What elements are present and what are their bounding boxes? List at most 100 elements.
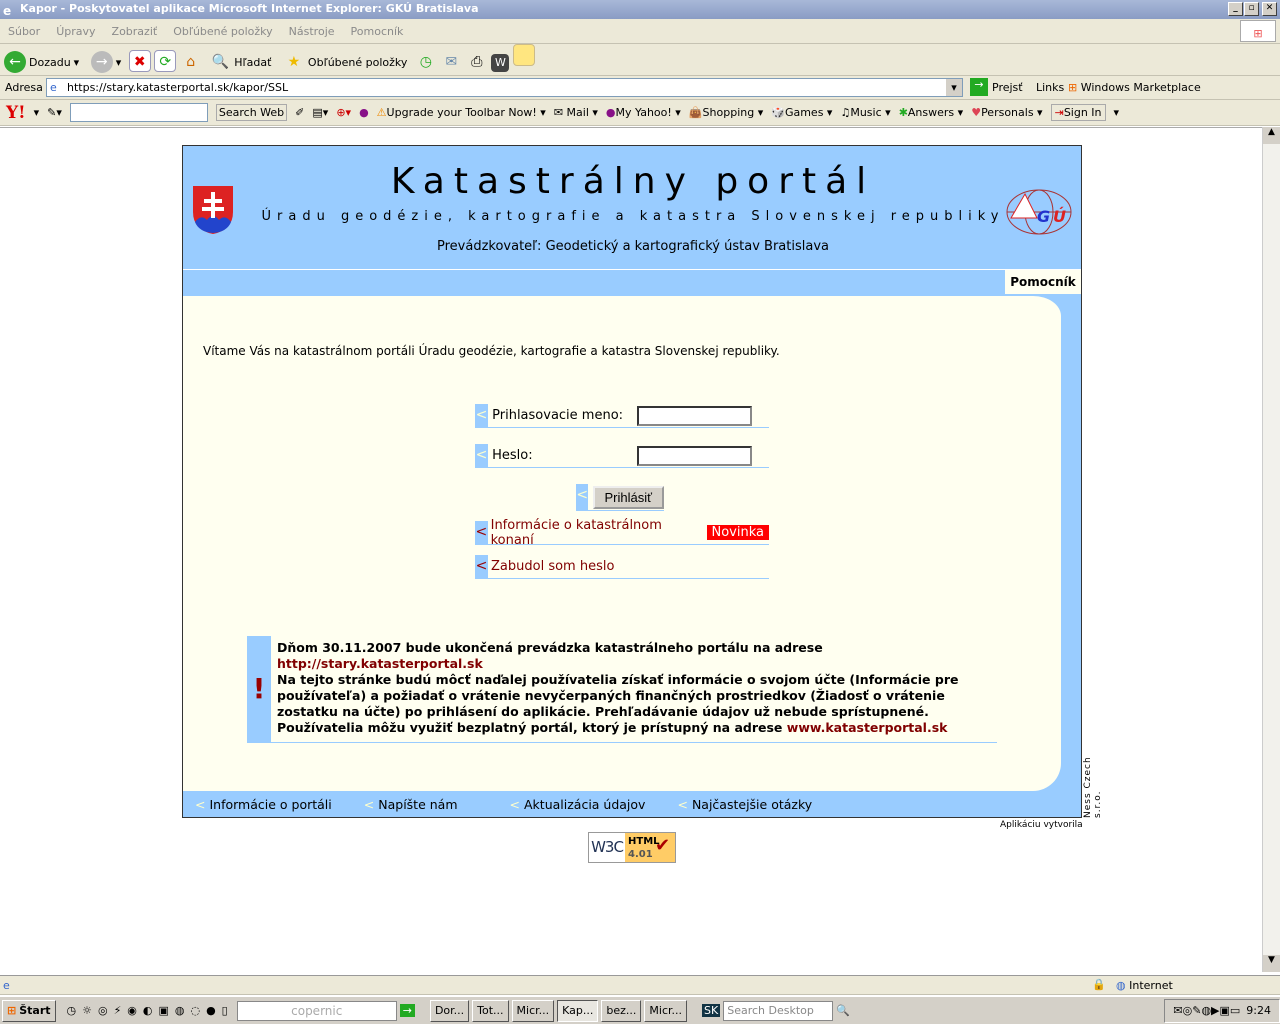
svg-text:Ú: Ú — [1053, 207, 1066, 226]
menu-edit[interactable]: Úpravy — [48, 19, 103, 44]
refresh-icon[interactable]: ⟳ — [154, 50, 177, 72]
portal-subtitle: Úradu geodézie, kartografie a katastra S… — [261, 209, 1005, 224]
footer-link-faq[interactable]: < Najčastejšie otázky — [677, 797, 812, 812]
upgrade-label: Upgrade your Toolbar Now! — [386, 106, 537, 119]
popup-blocker-icon[interactable]: ▤▾ — [312, 106, 328, 119]
yahoo-search-input[interactable] — [69, 103, 208, 122]
target-icon[interactable]: ⊕▾ — [336, 106, 351, 119]
yahoo-logo[interactable]: Y! — [6, 103, 26, 123]
print-icon[interactable]: ⎙ — [466, 51, 488, 73]
task-button[interactable]: Micr... — [511, 999, 555, 1022]
copernic-search-input[interactable]: copernic — [236, 1000, 397, 1021]
personals-button[interactable]: ♥Personals ▾ — [971, 106, 1042, 119]
games-button[interactable]: 🎲Games ▾ — [771, 106, 832, 119]
sign-in-button[interactable]: ⇥Sign In — [1050, 104, 1106, 121]
task-button-active[interactable]: Kap... — [557, 999, 599, 1022]
search-label: Hľadať — [234, 55, 272, 69]
arrow-icon: < — [475, 521, 488, 544]
stop-icon[interactable]: ✖ — [128, 50, 151, 72]
copernic-go-icon[interactable]: → — [399, 1004, 415, 1017]
scroll-down-button[interactable]: ▼ — [1263, 955, 1280, 972]
task-button[interactable]: Dor... — [429, 999, 470, 1022]
search-desktop-input[interactable]: Search Desktop — [723, 1000, 834, 1021]
home-icon[interactable]: ⌂ — [180, 51, 202, 73]
close-button[interactable]: ✕ — [1262, 2, 1277, 16]
back-label: Dozadu — [29, 55, 71, 69]
taskbar: ⊞ Štart ◷☼◎⚡◉◐▣◍◌●▯ copernic → Dor... Tot… — [0, 996, 1280, 1024]
my-yahoo-button[interactable]: ●My Yahoo! ▾ — [606, 106, 681, 119]
address-dropdown[interactable]: ▾ — [946, 79, 962, 96]
page-status-icon: e — [3, 979, 10, 992]
history-icon[interactable]: ◷ — [415, 51, 437, 73]
internet-zone: ◍ Internet — [1116, 979, 1173, 992]
task-label: Tot... — [477, 1003, 504, 1017]
help-tab[interactable]: Pomocník — [1005, 270, 1081, 294]
answers-button[interactable]: ✱Answers ▾ — [899, 106, 964, 119]
welcome-text: Vítame Vás na katastrálnom portáli Úradu… — [203, 344, 780, 358]
tray-icons[interactable]: ✉◎✎◍▶▣▭ — [1173, 1004, 1240, 1017]
footer-link-about[interactable]: < Informácie o portáli — [195, 797, 332, 812]
menu-tools[interactable]: Nástroje — [281, 19, 343, 44]
old-portal-link[interactable]: http://stary.katasterportal.sk — [277, 656, 483, 671]
links-label[interactable]: Links — [1036, 81, 1064, 94]
yahoo-mail-button[interactable]: ✉ Mail ▾ — [554, 106, 598, 119]
note-icon[interactable] — [512, 44, 535, 66]
vertical-scrollbar[interactable]: ▲ ▼ — [1262, 127, 1280, 972]
new-portal-link[interactable]: www.katasterportal.sk — [787, 720, 948, 735]
info-row: < Informácie o katastrálnom konaní Novinka — [475, 518, 769, 548]
menu-favorites[interactable]: Obľúbené položky — [165, 19, 280, 44]
word-icon[interactable]: W — [491, 54, 510, 72]
highlight-icon[interactable]: ✐ — [295, 106, 304, 119]
start-button[interactable]: ⊞ Štart — [2, 999, 56, 1022]
heart-icon: ♥ — [971, 106, 982, 119]
task-button[interactable]: Micr... — [644, 999, 688, 1022]
menu-view[interactable]: Zobraziť — [104, 19, 166, 44]
vendor-name[interactable]: Ness Czech s.r.o. — [1083, 728, 1103, 818]
door-icon: ⇥ — [1054, 106, 1064, 119]
answers-label: Answers — [907, 106, 955, 119]
back-arrow-icon: ← — [4, 51, 26, 73]
go-button[interactable]: → Prejsť — [970, 78, 1023, 96]
password-input[interactable] — [637, 445, 752, 466]
favorites-button[interactable]: ★ Obľúbené položky — [279, 46, 411, 78]
new-badge: Novinka — [706, 525, 769, 540]
menu-bar: Súbor Úpravy Zobraziť Obľúbené položky Nástr… — [0, 19, 1280, 44]
mail-icon[interactable]: ✉ — [440, 51, 462, 73]
notice-box: ! Dňom 30.11.2007 bude ukončená prevádzk… — [247, 636, 997, 743]
task-button[interactable]: bez... — [601, 999, 642, 1022]
menu-help[interactable]: Pomocník — [343, 19, 412, 44]
minimize-button[interactable]: _ — [1228, 2, 1243, 16]
task-button[interactable]: Tot... — [472, 999, 509, 1022]
search-web-button[interactable]: Search Web — [215, 104, 288, 121]
windows-marketplace-link[interactable]: ⊞ Windows Marketplace — [1068, 81, 1201, 94]
address-input[interactable]: e https://stary.katasterportal.sk/kapor/S… — [46, 78, 963, 97]
scroll-up-button[interactable]: ▲ — [1263, 127, 1280, 144]
pencil-icon[interactable]: ✎▾ — [47, 106, 62, 119]
login-button[interactable]: Prihlásiť — [592, 485, 664, 509]
go-label: Prejsť — [992, 80, 1023, 94]
headphones-icon[interactable]: ● — [359, 106, 369, 119]
go-arrow-icon: → — [970, 78, 988, 96]
address-bar: Adresa e https://stary.katasterportal.sk/… — [0, 76, 1280, 100]
address-url: https://stary.katasterportal.sk/kapor/SS… — [67, 81, 289, 94]
forward-button[interactable]: → ▾ — [87, 46, 126, 78]
w3c-html-badge[interactable]: W3C HTML 4.01 ✔ — [588, 832, 676, 863]
footer-link-updates[interactable]: < Aktualizácia údajov — [510, 797, 646, 812]
upgrade-toolbar-button[interactable]: ⚠Upgrade your Toolbar Now! ▾ — [377, 106, 546, 119]
search-desktop-icon[interactable]: 🔍 — [836, 1004, 850, 1017]
maximize-button[interactable]: ▫ — [1244, 2, 1259, 16]
header-divider — [183, 269, 1081, 270]
quick-launch-icons[interactable]: ◷☼◎⚡◉◐▣◍◌●▯ — [59, 1004, 234, 1017]
music-button[interactable]: ♫Music ▾ — [840, 106, 890, 119]
login-input[interactable] — [637, 405, 752, 426]
w3c-logo: W3C — [589, 833, 625, 862]
forgot-password-link[interactable]: Zabudol som heslo — [491, 559, 614, 574]
task-label: Micr... — [649, 1003, 683, 1017]
back-button[interactable]: ← Dozadu ▾ — [0, 46, 83, 78]
menu-file[interactable]: Súbor — [0, 19, 48, 44]
sk-language-icon[interactable]: SK — [702, 1004, 721, 1017]
shopping-button[interactable]: 👜Shopping ▾ — [689, 106, 763, 119]
cadastral-proceedings-link[interactable]: Informácie o katastrálnom konaní — [491, 518, 703, 548]
search-button[interactable]: 🔍 Hľadať — [205, 46, 275, 78]
footer-link-contact[interactable]: < Napíšte nám — [364, 797, 458, 812]
